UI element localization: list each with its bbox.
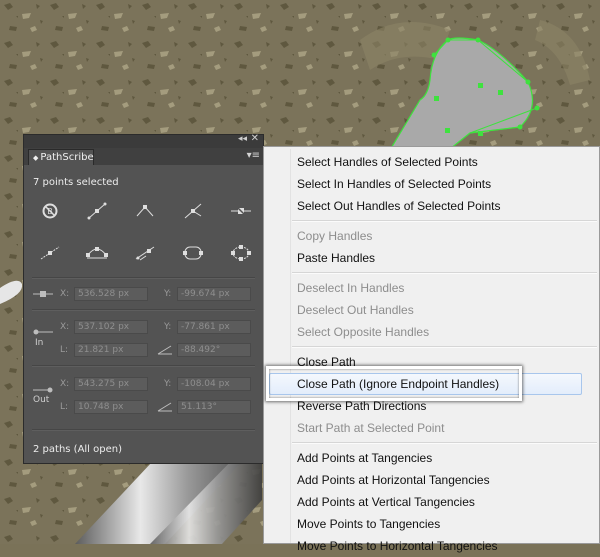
menu-separator bbox=[292, 442, 597, 444]
out-handle-label: Out bbox=[33, 395, 50, 405]
menu-icon-gutter bbox=[290, 149, 291, 543]
menu-item-select-in-handles[interactable]: Select In Handles of Selected Points bbox=[297, 173, 491, 195]
menu-separator bbox=[292, 272, 597, 274]
in-length-label: L: bbox=[60, 345, 69, 355]
collapse-panel-icon[interactable]: ◂◂ bbox=[238, 134, 247, 144]
corner-point-icon[interactable] bbox=[131, 201, 159, 221]
panel-title-bar[interactable]: ◂◂ ✕ bbox=[24, 133, 263, 149]
reflect-handles-icon[interactable] bbox=[131, 243, 159, 263]
in-handle-label: In bbox=[35, 338, 44, 348]
panel-divider bbox=[32, 365, 255, 367]
out-x-field[interactable]: 543.275 px bbox=[74, 377, 148, 391]
in-x-label: X: bbox=[60, 322, 70, 332]
point-y-field[interactable]: -99.674 px bbox=[177, 287, 251, 301]
menu-item-deselect-out-handles[interactable]: Deselect Out Handles bbox=[297, 299, 414, 321]
no-handles-icon[interactable]: B bbox=[36, 201, 64, 221]
in-y-field[interactable]: -77.861 px bbox=[177, 320, 251, 334]
close-panel-icon[interactable]: ✕ bbox=[251, 133, 259, 144]
anchor-point-icon bbox=[33, 291, 53, 297]
out-y-field[interactable]: -108.04 px bbox=[177, 377, 251, 391]
point-y-label: Y: bbox=[164, 289, 172, 299]
menu-item-select-out-handles[interactable]: Select Out Handles of Selected Points bbox=[297, 195, 500, 217]
out-y-label: Y: bbox=[164, 379, 172, 389]
ellipse-path-icon[interactable] bbox=[83, 243, 111, 263]
menu-item-deselect-in-handles[interactable]: Deselect In Handles bbox=[297, 277, 404, 299]
add-point-icon[interactable] bbox=[36, 243, 64, 263]
point-x-label: X: bbox=[60, 289, 70, 299]
out-length-label: L: bbox=[60, 402, 69, 412]
menu-item-start-path-at-selected-point[interactable]: Start Path at Selected Point bbox=[297, 417, 444, 439]
panel-menu-icon[interactable]: ▾≡ bbox=[247, 150, 260, 161]
out-length-field[interactable]: 10.748 px bbox=[74, 400, 148, 414]
panel-tab-row: ◆ PathScribe ▾≡ bbox=[24, 148, 263, 165]
tab-expand-icon[interactable]: ◆ bbox=[33, 154, 38, 162]
out-x-label: X: bbox=[60, 379, 70, 389]
menu-item-paste-handles[interactable]: Paste Handles bbox=[297, 247, 375, 269]
menu-item-add-points-at-tangencies[interactable]: Add Points at Tangencies bbox=[297, 447, 432, 469]
in-y-label: Y: bbox=[164, 322, 172, 332]
menu-item-select-handles[interactable]: Select Handles of Selected Points bbox=[297, 151, 478, 173]
in-length-field[interactable]: 21.821 px bbox=[74, 343, 148, 357]
menu-item-move-points-to-tangencies[interactable]: Move Points to Tangencies bbox=[297, 513, 440, 535]
in-handle-icon bbox=[33, 329, 53, 335]
tab-pathscribe-label: PathScribe bbox=[40, 152, 94, 163]
menu-separator bbox=[292, 346, 597, 348]
point-x-field[interactable]: 536.528 px bbox=[74, 287, 148, 301]
menu-separator bbox=[292, 220, 597, 222]
out-angle-field[interactable]: 51.113° bbox=[177, 400, 251, 414]
highlight-callout-frame bbox=[266, 366, 522, 401]
menu-item-copy-handles[interactable]: Copy Handles bbox=[297, 225, 372, 247]
menu-item-select-opposite-handles[interactable]: Select Opposite Handles bbox=[297, 321, 429, 343]
path-status-footer: 2 paths (All open) bbox=[33, 444, 122, 455]
cusp-point-icon[interactable] bbox=[179, 201, 207, 221]
in-angle-field[interactable]: -88.492° bbox=[177, 343, 251, 357]
rounded-rect-icon[interactable] bbox=[179, 243, 207, 263]
smooth-point-icon[interactable] bbox=[83, 201, 111, 221]
pathscribe-flyout-menu: Select Handles of Selected Points Select… bbox=[263, 146, 600, 553]
pathscribe-panel: ◂◂ ✕ ◆PathScribe ▾≡ 7 points selected B bbox=[23, 133, 264, 464]
in-x-field[interactable]: 537.102 px bbox=[74, 320, 148, 334]
menu-item-add-points-at-vertical-tangencies[interactable]: Add Points at Vertical Tangencies bbox=[297, 491, 475, 513]
angle-icon bbox=[157, 402, 172, 412]
panel-divider bbox=[32, 429, 255, 431]
panel-divider bbox=[32, 277, 255, 279]
angle-icon bbox=[157, 345, 172, 355]
panel-divider bbox=[32, 309, 255, 311]
remove-point-icon[interactable] bbox=[227, 201, 255, 221]
circle-path-icon[interactable] bbox=[227, 243, 255, 263]
tab-pathscribe[interactable]: ◆ PathScribe bbox=[28, 149, 94, 165]
out-handle-icon bbox=[33, 387, 53, 393]
selection-status: 7 points selected bbox=[33, 177, 119, 188]
menu-item-move-points-to-horizontal-tangencies[interactable]: Move Points to Horizontal Tangencies bbox=[297, 535, 498, 557]
menu-item-add-points-at-horizontal-tangencies[interactable]: Add Points at Horizontal Tangencies bbox=[297, 469, 490, 491]
